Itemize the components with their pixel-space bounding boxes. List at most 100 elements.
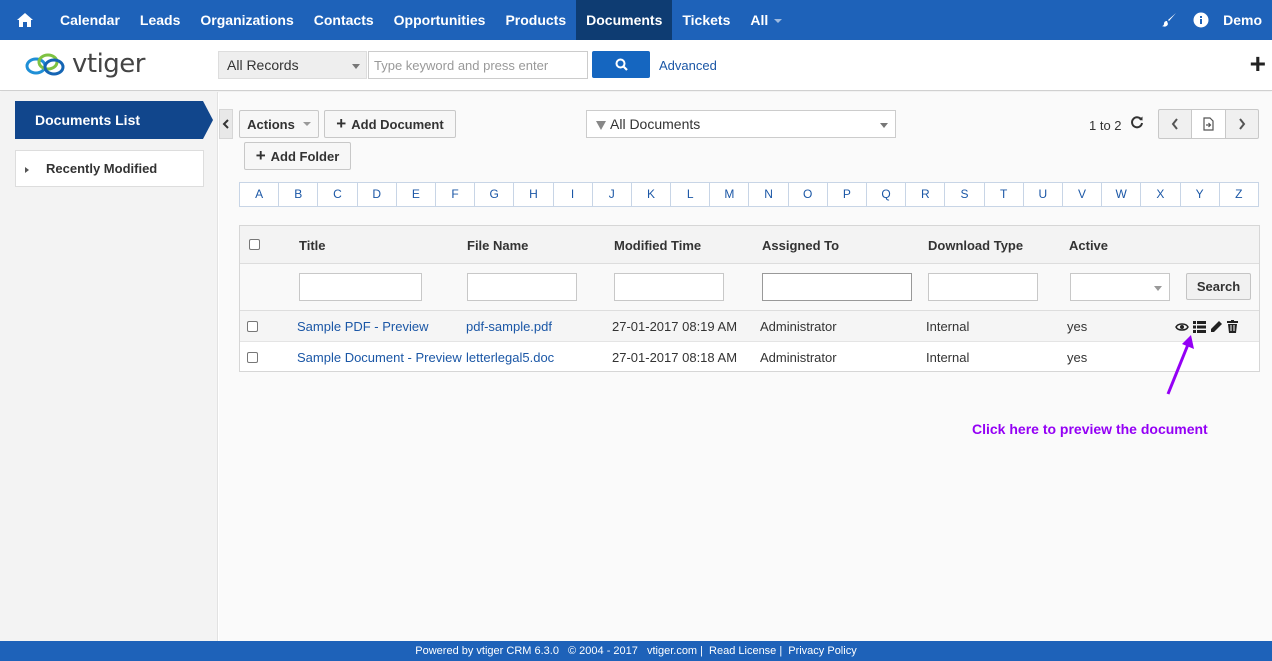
assigned-to-filter-input[interactable] (762, 273, 912, 301)
alpha-g[interactable]: G (475, 183, 515, 206)
collapse-sidebar-toggle[interactable] (219, 109, 233, 139)
select-all-checkbox[interactable] (249, 239, 260, 250)
alpha-i[interactable]: I (554, 183, 593, 206)
footer-copyright: © 2004 - 2017 (568, 645, 638, 657)
column-download-type[interactable]: Download Type (928, 238, 1023, 253)
nav-calendar[interactable]: Calendar (50, 0, 130, 40)
row-file-link[interactable]: letterlegal5.doc (466, 350, 554, 365)
alpha-x[interactable]: X (1141, 183, 1181, 206)
home-icon[interactable] (0, 0, 50, 40)
actions-button[interactable]: Actions (239, 110, 319, 138)
recently-modified-label: Recently Modified (46, 161, 158, 176)
column-assigned-to[interactable]: Assigned To (762, 238, 839, 253)
modified-time-filter-input[interactable] (614, 273, 724, 301)
table-row[interactable]: Sample PDF - Preview pdf-sample.pdf 27-0… (240, 311, 1259, 342)
alphabet-filter: A B C D E F G H I J K L M N O P Q R S T … (239, 182, 1259, 207)
alpha-f[interactable]: F (436, 183, 476, 206)
search-button[interactable] (592, 51, 650, 78)
alpha-y[interactable]: Y (1181, 183, 1220, 206)
column-title[interactable]: Title (299, 238, 326, 253)
nav-documents[interactable]: Documents (576, 0, 673, 40)
download-type-filter-input[interactable] (928, 273, 1038, 301)
row-file-link[interactable]: pdf-sample.pdf (466, 319, 552, 334)
active-filter-select[interactable] (1070, 273, 1170, 301)
alpha-k[interactable]: K (632, 183, 672, 206)
alpha-w[interactable]: W (1102, 183, 1142, 206)
nav-products[interactable]: Products (495, 0, 576, 40)
nav-contacts[interactable]: Contacts (304, 0, 384, 40)
alpha-e[interactable]: E (397, 183, 436, 206)
column-file-name[interactable]: File Name (467, 238, 528, 253)
alpha-a[interactable]: A (240, 183, 280, 206)
expand-arrow-icon (25, 167, 29, 173)
footer-powered: Powered by vtiger CRM 6.3.0 (415, 645, 559, 657)
pencil-icon[interactable] (1210, 320, 1223, 333)
annotation-text: Click here to preview the document (972, 421, 1208, 437)
page-jump-button[interactable] (1192, 110, 1226, 138)
sidebar-documents-list[interactable]: Documents List (15, 101, 213, 139)
next-page-button[interactable] (1226, 110, 1258, 138)
row-assigned-to: Administrator (760, 350, 837, 365)
alpha-o[interactable]: O (789, 183, 828, 206)
alpha-q[interactable]: Q (867, 183, 907, 206)
alpha-j[interactable]: J (593, 183, 632, 206)
nav-opportunities[interactable]: Opportunities (384, 0, 496, 40)
column-active[interactable]: Active (1069, 238, 1108, 253)
alpha-s[interactable]: S (945, 183, 985, 206)
user-menu[interactable]: Demo (1217, 12, 1272, 28)
alpha-t[interactable]: T (985, 183, 1024, 206)
alpha-p[interactable]: P (828, 183, 867, 206)
documents-table: Title File Name Modified Time Assigned T… (239, 225, 1260, 372)
footer-license-link[interactable]: Read License (709, 645, 776, 657)
previous-page-button[interactable] (1159, 110, 1193, 138)
row-checkbox[interactable] (247, 321, 258, 332)
footer-privacy-link[interactable]: Privacy Policy (788, 645, 856, 657)
global-search-input[interactable] (368, 51, 588, 79)
eye-icon[interactable] (1175, 322, 1189, 332)
filter-search-button[interactable]: Search (1186, 273, 1251, 300)
top-navigation: Calendar Leads Organizations Contacts Op… (0, 0, 1272, 40)
alpha-n[interactable]: N (749, 183, 789, 206)
list-icon[interactable] (1193, 320, 1206, 333)
column-modified-time[interactable]: Modified Time (614, 238, 701, 253)
paintbrush-icon[interactable] (1153, 0, 1185, 40)
alpha-u[interactable]: U (1024, 183, 1063, 206)
nav-tickets[interactable]: Tickets (672, 0, 740, 40)
alpha-z[interactable]: Z (1220, 183, 1258, 206)
search-icon (615, 58, 628, 71)
sidebar-recently-modified[interactable]: Recently Modified (15, 150, 204, 187)
trash-icon[interactable] (1227, 320, 1238, 333)
caret-down-icon (352, 64, 360, 69)
vtiger-logo[interactable]: vtiger (24, 49, 146, 79)
alpha-b[interactable]: B (279, 183, 319, 206)
alpha-c[interactable]: C (318, 183, 358, 206)
table-row[interactable]: Sample Document - Preview letterlegal5.d… (240, 342, 1259, 373)
header-bar: vtiger All Records Advanced + (0, 40, 1272, 91)
row-download-type: Internal (926, 319, 970, 334)
nav-leads[interactable]: Leads (130, 0, 190, 40)
annotation-arrow (1166, 335, 1194, 395)
alpha-m[interactable]: M (710, 183, 750, 206)
record-type-select[interactable]: All Records (218, 51, 367, 79)
footer-site-link[interactable]: vtiger.com (647, 645, 697, 657)
footer: Powered by vtiger CRM 6.3.0 © 2004 - 201… (0, 641, 1272, 661)
row-title-link[interactable]: Sample PDF - Preview (297, 319, 428, 334)
add-document-button[interactable]: + Add Document (324, 110, 456, 138)
row-checkbox[interactable] (247, 352, 258, 363)
nav-all[interactable]: All (740, 0, 792, 40)
advanced-search-link[interactable]: Advanced (659, 58, 717, 73)
refresh-icon[interactable] (1130, 115, 1144, 129)
file-name-filter-input[interactable] (467, 273, 577, 301)
info-icon[interactable] (1185, 0, 1217, 40)
title-filter-input[interactable] (299, 273, 422, 301)
row-title-link[interactable]: Sample Document - Preview (297, 350, 462, 365)
alpha-l[interactable]: L (671, 183, 711, 206)
alpha-d[interactable]: D (358, 183, 397, 206)
alpha-r[interactable]: R (906, 183, 946, 206)
quick-create-plus-icon[interactable]: + (1250, 50, 1266, 78)
alpha-h[interactable]: H (514, 183, 554, 206)
nav-organizations[interactable]: Organizations (190, 0, 303, 40)
list-filter-select[interactable]: All Documents (586, 110, 896, 138)
add-folder-button[interactable]: + Add Folder (244, 142, 351, 170)
alpha-v[interactable]: V (1063, 183, 1103, 206)
